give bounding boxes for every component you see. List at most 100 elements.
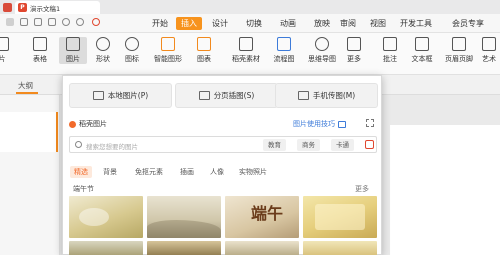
- image-icon: [92, 91, 104, 100]
- search-icon: [75, 141, 82, 148]
- shape-label: 形状: [96, 55, 110, 63]
- comment-icon: [383, 37, 397, 51]
- document-tab[interactable]: P 演示文稿1: [15, 1, 100, 14]
- picture-thumbnail[interactable]: [303, 196, 377, 238]
- picture-thumbnail[interactable]: [69, 196, 143, 238]
- table-button[interactable]: 表格: [26, 37, 54, 64]
- table-icon: [33, 37, 47, 51]
- picture-thumbnail[interactable]: [147, 241, 221, 255]
- undo-icon[interactable]: [62, 18, 70, 26]
- category-portrait[interactable]: 人像: [210, 167, 224, 177]
- picture-thumbnail[interactable]: [147, 196, 221, 238]
- slide-page[interactable]: [390, 125, 500, 255]
- flowchart-icon: [277, 37, 291, 51]
- material-icon: [239, 37, 253, 51]
- picture-dropdown-panel: 本地图片(P) 分页插图(S) 手机传图(M) 稻壳图片 图片使用技巧 搜索您想…: [62, 75, 382, 255]
- comment-button[interactable]: 批注: [376, 37, 404, 64]
- textbox-icon: [415, 37, 429, 51]
- picture-search-box[interactable]: 搜索您想要的图片 教育 商务 卡通: [69, 136, 377, 153]
- slide-icon: [0, 37, 9, 51]
- wordart-button[interactable]: 艺术: [478, 37, 500, 64]
- paged-image-icon: [198, 91, 210, 100]
- menu-transition[interactable]: 切换: [246, 18, 262, 29]
- cloud-shape: [79, 208, 109, 226]
- paged-insert-button[interactable]: 分页插图(S): [175, 83, 278, 108]
- menu-design[interactable]: 设计: [212, 18, 228, 29]
- docer-material-label: 稻壳素材: [232, 55, 260, 63]
- mountain-shape: [147, 220, 221, 238]
- category-featured[interactable]: 精选: [70, 166, 92, 178]
- search-chip-education[interactable]: 教育: [263, 139, 286, 151]
- slide-button[interactable]: 片: [0, 37, 16, 64]
- header-footer-button[interactable]: 页眉页脚: [442, 37, 476, 64]
- table-label: 表格: [33, 55, 47, 63]
- chart-button[interactable]: 图表: [190, 37, 218, 64]
- preview-icon[interactable]: [48, 18, 56, 26]
- icons-icon: [125, 37, 139, 51]
- category-background[interactable]: 背景: [103, 167, 117, 177]
- category-illustration[interactable]: 插画: [180, 167, 194, 177]
- comment-label: 批注: [383, 55, 397, 63]
- header-footer-label: 页眉页脚: [445, 55, 473, 63]
- more-link[interactable]: 更多: [355, 184, 369, 194]
- more-label: 更多: [347, 55, 361, 63]
- smartart-icon: [161, 37, 175, 51]
- shape-icon: [96, 37, 110, 51]
- picture-thumbnail[interactable]: [69, 241, 143, 255]
- menu-insert[interactable]: 插入: [176, 17, 202, 30]
- save-icon[interactable]: [20, 18, 28, 26]
- picture-button[interactable]: 图片: [59, 37, 87, 64]
- outline-tab-underline: [16, 92, 38, 94]
- textbox-button[interactable]: 文本框: [408, 37, 436, 64]
- chart-icon: [197, 37, 211, 51]
- print-icon[interactable]: [34, 18, 42, 26]
- more-button[interactable]: 更多: [340, 37, 368, 64]
- menu-dev-tools[interactable]: 开发工具: [400, 18, 432, 29]
- smartart-button[interactable]: 智能图形: [150, 37, 186, 64]
- phone-upload-label: 手机传图(M): [312, 91, 356, 100]
- phone-icon: [297, 91, 309, 100]
- local-picture-button[interactable]: 本地图片(P): [69, 83, 172, 108]
- refresh-icon[interactable]: [92, 18, 100, 26]
- search-chip-cartoon[interactable]: 卡通: [331, 139, 354, 151]
- slide-thumbnail[interactable]: [0, 112, 58, 152]
- docer-logo-icon: [69, 120, 76, 128]
- redo-icon[interactable]: [76, 18, 84, 26]
- category-cutout[interactable]: 免抠元素: [135, 167, 163, 177]
- picture-thumbnail[interactable]: [303, 241, 377, 255]
- search-chip-business[interactable]: 商务: [297, 139, 320, 151]
- picture-thumbnail[interactable]: 端午: [225, 196, 299, 238]
- outline-tab[interactable]: 大纲: [18, 80, 33, 91]
- smartart-label: 智能图形: [154, 55, 182, 63]
- picture-thumbnail[interactable]: [225, 241, 299, 255]
- ribbon-toolbar: 片 表格 图片 形状 图标 智能图形 图表 稻壳素材 流程图 思维导图 更多 批…: [0, 33, 500, 75]
- textbox-label: 文本框: [411, 55, 433, 63]
- shape-button[interactable]: 形状: [89, 37, 117, 64]
- docer-material-button[interactable]: 稻壳素材: [228, 37, 264, 64]
- paged-insert-label: 分页插图(S): [213, 91, 255, 100]
- camera-icon[interactable]: [365, 140, 374, 149]
- menu-home[interactable]: 开始: [152, 18, 168, 29]
- phone-upload-button[interactable]: 手机传图(M): [275, 83, 378, 108]
- expand-icon[interactable]: [366, 119, 374, 127]
- chart-label: 图表: [197, 55, 211, 63]
- menu-view[interactable]: 视图: [370, 18, 386, 29]
- flowchart-button[interactable]: 流程图: [268, 37, 300, 64]
- title-bar: P 演示文稿1: [0, 0, 500, 14]
- menu-icon[interactable]: [6, 18, 14, 26]
- picture-tips-label: 图片使用技巧: [293, 120, 335, 128]
- menu-slideshow[interactable]: 放映: [314, 18, 330, 29]
- app-menu-icon[interactable]: [3, 3, 12, 12]
- wordart-label: 艺术: [482, 55, 496, 63]
- dragon-boat-calligraphy: 端午: [251, 204, 284, 223]
- menu-member[interactable]: 会员专享: [452, 18, 484, 29]
- menu-animation[interactable]: 动画: [280, 18, 296, 29]
- more-icon: [347, 37, 361, 51]
- header-footer-icon: [452, 37, 466, 51]
- ppt-icon: P: [18, 3, 27, 12]
- picture-tips-link[interactable]: 图片使用技巧: [293, 119, 346, 129]
- category-photo[interactable]: 实物照片: [239, 167, 267, 177]
- icon-button[interactable]: 图标: [118, 37, 146, 64]
- menu-review[interactable]: 审阅: [340, 18, 356, 29]
- mindmap-button[interactable]: 思维导图: [304, 37, 340, 64]
